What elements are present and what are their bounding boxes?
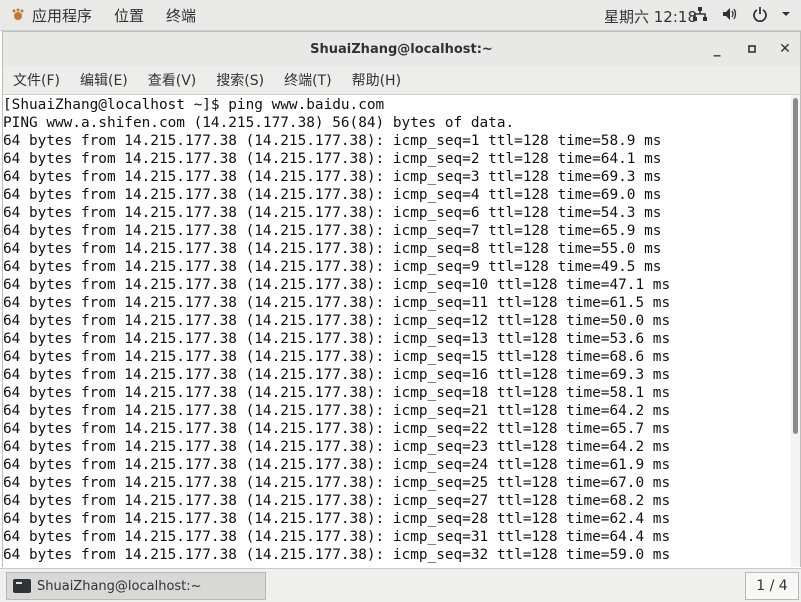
ping-reply-line: 64 bytes from 14.215.177.38 (14.215.177.… bbox=[3, 151, 662, 167]
ping-reply-line: 64 bytes from 14.215.177.38 (14.215.177.… bbox=[3, 457, 671, 473]
ping-reply-line: 64 bytes from 14.215.177.38 (14.215.177.… bbox=[3, 421, 671, 437]
ping-reply-line: 64 bytes from 14.215.177.38 (14.215.177.… bbox=[3, 367, 671, 383]
window-title: ShuaiZhang@localhost:~ bbox=[310, 41, 493, 57]
menu-view[interactable]: 查看(V) bbox=[142, 70, 203, 90]
terminal-app-menu[interactable]: 终端 bbox=[166, 5, 196, 26]
ping-reply-line: 64 bytes from 14.215.177.38 (14.215.177.… bbox=[3, 241, 662, 257]
ping-reply-line: 64 bytes from 14.215.177.38 (14.215.177.… bbox=[3, 295, 671, 311]
ping-reply-line: 64 bytes from 14.215.177.38 (14.215.177.… bbox=[3, 493, 671, 509]
menu-terminal[interactable]: 终端(T) bbox=[278, 70, 337, 90]
applications-menu[interactable]: 应用程序 bbox=[10, 5, 92, 26]
system-tray[interactable] bbox=[691, 5, 791, 23]
workspace-pager[interactable]: 1 / 4 bbox=[745, 572, 799, 600]
applications-menu-label[interactable]: 应用程序 bbox=[32, 5, 92, 26]
ping-reply-line: 64 bytes from 14.215.177.38 (14.215.177.… bbox=[3, 223, 662, 239]
ping-reply-line: 64 bytes from 14.215.177.38 (14.215.177.… bbox=[3, 133, 662, 149]
ping-reply-line: 64 bytes from 14.215.177.38 (14.215.177.… bbox=[3, 313, 671, 329]
taskbar-window-label: ShuaiZhang@localhost:~ bbox=[37, 578, 202, 594]
gnome-foot-icon bbox=[10, 7, 26, 23]
reply-lines: 64 bytes from 14.215.177.38 (14.215.177.… bbox=[3, 133, 670, 563]
minimize-button[interactable]: _ bbox=[709, 41, 725, 57]
terminal-text[interactable]: [ShuaiZhang@localhost ~]$ ping www.baidu… bbox=[3, 95, 792, 564]
window-titlebar[interactable]: ShuaiZhang@localhost:~ _ ✕ bbox=[2, 31, 801, 66]
ping-reply-line: 64 bytes from 14.215.177.38 (14.215.177.… bbox=[3, 439, 671, 455]
terminal-output[interactable]: [ShuaiZhang@localhost ~]$ ping www.baidu… bbox=[2, 95, 792, 567]
ping-header: PING www.a.shifen.com (14.215.177.38) 56… bbox=[3, 115, 515, 131]
top-panel: 应用程序 位置 终端 星期六 12:18 bbox=[0, 0, 801, 31]
ping-reply-line: 64 bytes from 14.215.177.38 (14.215.177.… bbox=[3, 187, 662, 203]
ping-reply-line: 64 bytes from 14.215.177.38 (14.215.177.… bbox=[3, 511, 671, 527]
terminal-scrollbar[interactable] bbox=[791, 95, 801, 567]
ping-reply-line: 64 bytes from 14.215.177.38 (14.215.177.… bbox=[3, 277, 671, 293]
ping-reply-line: 64 bytes from 14.215.177.38 (14.215.177.… bbox=[3, 403, 671, 419]
power-icon[interactable] bbox=[751, 5, 769, 23]
ping-reply-line: 64 bytes from 14.215.177.38 (14.215.177.… bbox=[3, 205, 662, 221]
prompt-line: [ShuaiZhang@localhost ~]$ ping www.baidu… bbox=[3, 97, 385, 113]
volume-icon[interactable] bbox=[721, 5, 739, 23]
clock[interactable]: 星期六 12:18 bbox=[604, 6, 697, 27]
menu-help[interactable]: 帮助(H) bbox=[346, 70, 407, 90]
menu-search[interactable]: 搜索(S) bbox=[210, 70, 270, 90]
places-menu[interactable]: 位置 bbox=[114, 5, 144, 26]
ping-reply-line: 64 bytes from 14.215.177.38 (14.215.177.… bbox=[3, 169, 662, 185]
terminal-icon bbox=[13, 579, 31, 593]
ping-reply-line: 64 bytes from 14.215.177.38 (14.215.177.… bbox=[3, 547, 671, 563]
maximize-button[interactable] bbox=[744, 41, 760, 57]
menu-edit[interactable]: 编辑(E) bbox=[74, 70, 134, 90]
ping-reply-line: 64 bytes from 14.215.177.38 (14.215.177.… bbox=[3, 259, 662, 275]
menu-file[interactable]: 文件(F) bbox=[7, 70, 66, 90]
close-button[interactable]: ✕ bbox=[777, 41, 793, 57]
menubar: 文件(F) 编辑(E) 查看(V) 搜索(S) 终端(T) 帮助(H) bbox=[2, 66, 801, 95]
chevron-down-icon[interactable] bbox=[781, 5, 791, 23]
ping-reply-line: 64 bytes from 14.215.177.38 (14.215.177.… bbox=[3, 349, 671, 365]
ping-reply-line: 64 bytes from 14.215.177.38 (14.215.177.… bbox=[3, 331, 671, 347]
taskbar-terminal-window[interactable]: ShuaiZhang@localhost:~ bbox=[6, 572, 266, 600]
ping-reply-line: 64 bytes from 14.215.177.38 (14.215.177.… bbox=[3, 385, 671, 401]
ping-reply-line: 64 bytes from 14.215.177.38 (14.215.177.… bbox=[3, 529, 671, 545]
ping-reply-line: 64 bytes from 14.215.177.38 (14.215.177.… bbox=[3, 475, 671, 491]
bottom-taskbar: ShuaiZhang@localhost:~ 1 / 4 bbox=[0, 568, 801, 602]
scrollbar-thumb[interactable] bbox=[793, 98, 798, 434]
network-icon[interactable] bbox=[691, 5, 709, 23]
